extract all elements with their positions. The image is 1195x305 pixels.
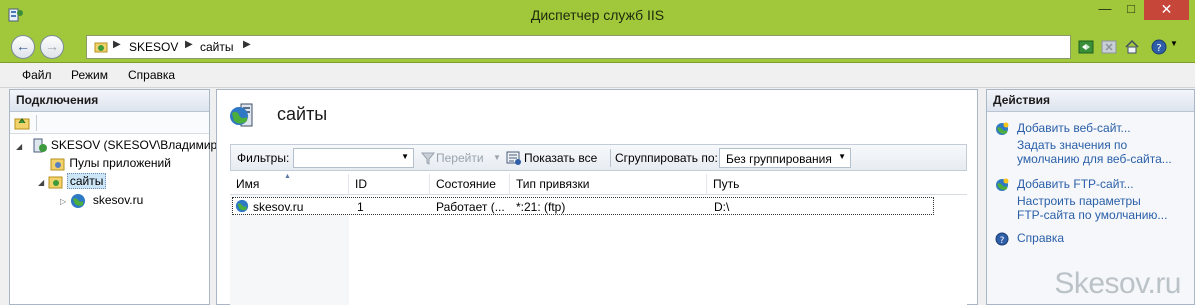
column-header-name[interactable]: Имя ▲ bbox=[230, 173, 349, 195]
collapse-arrow-icon[interactable]: ◢ bbox=[38, 178, 44, 187]
navigation-bar: ← → ▶ SKESOV ▶ сайты ▶ ? ▼ bbox=[0, 31, 1195, 63]
sort-ascending-icon: ▲ bbox=[284, 173, 291, 180]
help-icon: ? bbox=[995, 232, 1009, 246]
filter-toolbar: Фильтры: ▼ Перейти ▼ Показать все Сгрупп… bbox=[230, 144, 967, 171]
expand-arrow-icon[interactable]: ▷ bbox=[60, 197, 66, 206]
sites-big-icon bbox=[230, 103, 253, 127]
column-header-id[interactable]: ID bbox=[349, 174, 430, 195]
group-by-value: Без группирования bbox=[726, 152, 832, 166]
cell-state: Работает (... bbox=[436, 200, 505, 214]
sites-folder-icon bbox=[48, 176, 62, 189]
sites-content-panel: сайты Фильтры: ▼ Перейти ▼ Показать все … bbox=[216, 89, 978, 305]
go-dropdown-arrow-icon[interactable]: ▼ bbox=[493, 153, 501, 162]
group-by-dropdown-arrow-icon[interactable]: ▼ bbox=[838, 152, 846, 161]
title-bar: Диспетчер служб IIS — □ ✕ bbox=[0, 0, 1195, 31]
toolbar-divider bbox=[36, 115, 37, 131]
content-header: сайты bbox=[217, 90, 977, 137]
filter-dropdown-arrow-icon[interactable]: ▼ bbox=[401, 152, 409, 161]
actions-header: Действия bbox=[987, 90, 1194, 112]
menu-help[interactable]: Справка bbox=[128, 68, 175, 82]
page-title: сайты bbox=[277, 104, 328, 124]
filter-input[interactable]: ▼ bbox=[293, 148, 414, 168]
tree-label-app-pools: Пулы приложений bbox=[69, 156, 171, 171]
refresh-icon[interactable] bbox=[1078, 39, 1094, 55]
column-label-name: Имя bbox=[236, 177, 260, 191]
breadcrumb-server[interactable]: SKESOV bbox=[129, 40, 178, 54]
tree-label-sites: сайты bbox=[66, 173, 107, 190]
group-by-label: Сгруппировать по: bbox=[615, 151, 718, 165]
cell-path: D:\ bbox=[714, 200, 730, 214]
folder-globe-icon bbox=[94, 42, 108, 53]
action-add-web-site-label[interactable]: Добавить веб-сайт... bbox=[1017, 121, 1131, 135]
group-by-select[interactable]: Без группирования ▼ bbox=[719, 148, 851, 168]
stop-icon[interactable] bbox=[1101, 39, 1117, 55]
cell-name: skesov.ru bbox=[253, 200, 304, 214]
forward-button[interactable]: → bbox=[40, 35, 64, 59]
action-set-web-defaults-label-1[interactable]: Задать значения по bbox=[1017, 138, 1127, 152]
action-add-ftp-site-label[interactable]: Добавить FTP-сайт... bbox=[1017, 177, 1134, 191]
breadcrumb-separator: ▶ bbox=[243, 39, 251, 50]
collapse-arrow-icon[interactable]: ◢ bbox=[16, 142, 22, 151]
menu-view[interactable]: Режим bbox=[71, 68, 108, 82]
window-title: Диспетчер служб IIS bbox=[530, 7, 665, 23]
help-dropdown-arrow-icon[interactable]: ▼ bbox=[1170, 39, 1178, 48]
go-filter-icon bbox=[421, 152, 435, 165]
action-help-label[interactable]: Справка bbox=[1017, 231, 1064, 245]
cell-id: 1 bbox=[357, 200, 364, 214]
connections-toolbar bbox=[10, 112, 209, 134]
help-icon[interactable]: ? bbox=[1151, 39, 1167, 55]
close-button[interactable]: ✕ bbox=[1144, 0, 1189, 20]
table-row[interactable]: skesov.ru 1 Работает (... *:21: (ftp) D:… bbox=[232, 197, 934, 215]
connections-header: Подключения bbox=[10, 90, 209, 112]
menu-file[interactable]: Файл bbox=[22, 68, 52, 82]
action-set-ftp-defaults-label-1[interactable]: Настроить параметры bbox=[1017, 194, 1141, 208]
server-icon bbox=[33, 138, 47, 153]
address-bar[interactable]: ▶ SKESOV ▶ сайты ▶ bbox=[86, 35, 1071, 59]
maximize-button[interactable]: □ bbox=[1118, 0, 1144, 20]
add-site-icon bbox=[996, 122, 1009, 135]
add-ftp-site-icon bbox=[996, 178, 1009, 191]
toolbar-divider bbox=[610, 149, 611, 167]
table-header: Имя ▲ ID Состояние Тип привязки Путь bbox=[230, 173, 967, 195]
minimize-button[interactable]: — bbox=[1092, 0, 1118, 20]
tree-node-sites[interactable]: ◢ сайты bbox=[38, 173, 107, 190]
tree-node-site-skesov[interactable]: ▷ skesov.ru bbox=[60, 193, 143, 209]
sites-table: Имя ▲ ID Состояние Тип привязки Путь ske… bbox=[230, 173, 967, 305]
go-button[interactable]: Перейти bbox=[436, 151, 484, 165]
tree-node-server[interactable]: ◢ SKESOV (SKESOV\Владимир) bbox=[16, 138, 221, 154]
globe-icon bbox=[70, 194, 85, 208]
app-pool-icon bbox=[50, 158, 65, 171]
tree-label-site-skesov: skesov.ru bbox=[92, 193, 144, 208]
cell-binding: *:21: (ftp) bbox=[516, 200, 566, 214]
watermark: Skesov.ru bbox=[1054, 267, 1181, 300]
svg-text:?: ? bbox=[1156, 43, 1161, 54]
tree-label-server: SKESOV (SKESOV\Владимир) bbox=[50, 138, 222, 153]
column-header-binding[interactable]: Тип привязки bbox=[510, 174, 707, 195]
action-set-ftp-defaults-label-2[interactable]: FTP-сайта по умолчанию... bbox=[1017, 208, 1167, 222]
action-set-web-defaults-label-2[interactable]: умолчанию для веб-сайта... bbox=[1017, 152, 1172, 166]
menu-bar: Файл Режим Справка bbox=[0, 63, 1195, 88]
home-icon[interactable] bbox=[1124, 39, 1140, 55]
column-header-state[interactable]: Состояние bbox=[430, 174, 510, 195]
filter-label: Фильтры: bbox=[237, 151, 290, 165]
tree-node-app-pools[interactable]: Пулы приложений bbox=[50, 156, 171, 172]
column-header-path[interactable]: Путь bbox=[707, 174, 967, 195]
back-button[interactable]: ← bbox=[11, 35, 35, 59]
show-all-icon bbox=[506, 151, 521, 165]
breadcrumb-sites[interactable]: сайты bbox=[200, 40, 234, 54]
connections-panel: Подключения ◢ SKESOV (SKESOV\Владимир) П… bbox=[9, 89, 221, 305]
breadcrumb-separator: ▶ bbox=[113, 39, 121, 50]
connect-icon[interactable] bbox=[14, 115, 30, 131]
svg-text:?: ? bbox=[1000, 236, 1005, 246]
show-all-button[interactable]: Показать все bbox=[524, 151, 597, 165]
globe-icon bbox=[235, 199, 249, 213]
breadcrumb-separator: ▶ bbox=[185, 39, 193, 50]
